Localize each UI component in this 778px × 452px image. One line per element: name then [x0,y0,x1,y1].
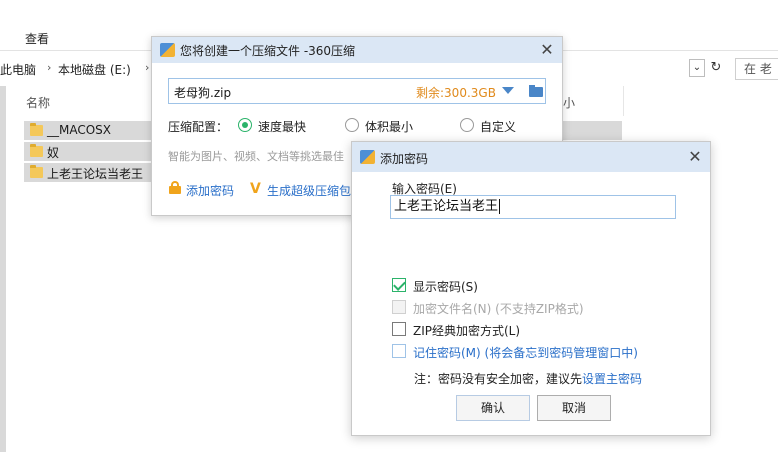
lock-icon [169,181,181,194]
text-caret [499,199,501,214]
breadcrumb-chevron-icon: › [47,61,52,74]
ribbon-tab-view[interactable]: 查看 [25,30,49,47]
vip-v-icon: V [250,181,261,197]
folder-icon [30,123,43,136]
360-compress-app-icon [160,43,175,57]
close-icon[interactable]: ✕ [686,148,704,166]
breadcrumb-drive-e[interactable]: 本地磁盘 (E:) [58,61,131,78]
set-master-password-link[interactable]: 设置主密码 [582,372,642,386]
password-dialog-titlebar[interactable]: 添加密码 ✕ [352,142,710,172]
free-space-label: 剩余:300.3GB [416,86,496,100]
close-icon[interactable]: ✕ [538,41,556,59]
folder-icon [30,165,43,178]
encrypt-filenames-checkbox [392,300,406,314]
browse-folder-icon[interactable] [525,81,547,101]
file-name: __MACOSX [47,123,112,137]
add-password-link[interactable]: 添加密码 [186,182,234,199]
security-note-text: 注：密码没有安全加密，建议先 [414,372,583,386]
password-value: 上老王论坛当老王 [394,199,499,214]
password-input[interactable]: 上老王论坛当老王 [390,195,676,219]
remember-password-label[interactable]: 记住密码(M) (将会备忘到密码管理窗口中) [413,344,638,361]
cancel-button[interactable]: 取消 [537,395,611,421]
file-name: 奴 [47,146,60,160]
password-dialog-title: 添加密码 [380,152,429,166]
breadcrumb-this-pc[interactable]: 此电脑 [0,61,36,78]
radio-custom[interactable] [460,118,474,132]
column-header-size[interactable]: 小 [563,94,575,111]
refresh-icon[interactable]: ↻ [706,59,726,77]
confirm-button[interactable]: 确认 [456,395,530,421]
zip-classic-encryption-label[interactable]: ZIP经典加密方式(L) [413,322,520,339]
archive-filename: 老母狗.zip [174,86,232,100]
remember-password-checkbox[interactable] [392,344,406,358]
search-input[interactable]: 在 老 [735,58,778,80]
compress-dialog-title: 您将创建一个压缩文件 -360压缩 [180,44,356,58]
compression-config-label: 压缩配置： [168,120,229,134]
encrypt-filenames-label: 加密文件名(N) (不支持ZIP格式) [413,302,584,316]
compress-dialog-titlebar[interactable]: 您将创建一个压缩文件 -360压缩 ✕ [152,37,562,63]
super-archive-link[interactable]: 生成超级压缩包 [267,182,351,199]
column-header-name[interactable]: 名称 [26,94,50,111]
add-password-dialog: 添加密码 ✕ 输入密码(E) 上老王论坛当老王 显示密码(S) 加密文件名(N)… [351,141,711,436]
file-name: 上老王论坛当老王 [47,167,144,181]
radio-fastest[interactable] [238,118,252,132]
zip-classic-encryption-checkbox[interactable] [392,322,406,336]
360-compress-app-icon [360,150,375,164]
radio-fastest-label[interactable]: 速度最快 [258,118,306,135]
show-password-checkbox[interactable] [392,278,406,292]
radio-custom-label[interactable]: 自定义 [480,118,516,135]
chevron-down-icon[interactable] [502,87,514,94]
address-dropdown-icon[interactable]: ⌄ [689,59,705,77]
security-note: 注：密码没有安全加密，建议先设置主密码 [414,370,642,387]
smart-hint-text: 智能为图片、视频、文档等挑选最佳 [168,150,344,163]
nav-pane-scrollbar[interactable] [0,86,6,452]
radio-smallest[interactable] [345,118,359,132]
breadcrumb-chevron-icon: › [145,61,150,74]
folder-icon [30,144,43,157]
column-divider [623,86,624,116]
archive-filename-field[interactable]: 老母狗.zip 剩余:300.3GB [168,78,546,104]
show-password-label[interactable]: 显示密码(S) [413,278,478,295]
radio-smallest-label[interactable]: 体积最小 [365,118,413,135]
